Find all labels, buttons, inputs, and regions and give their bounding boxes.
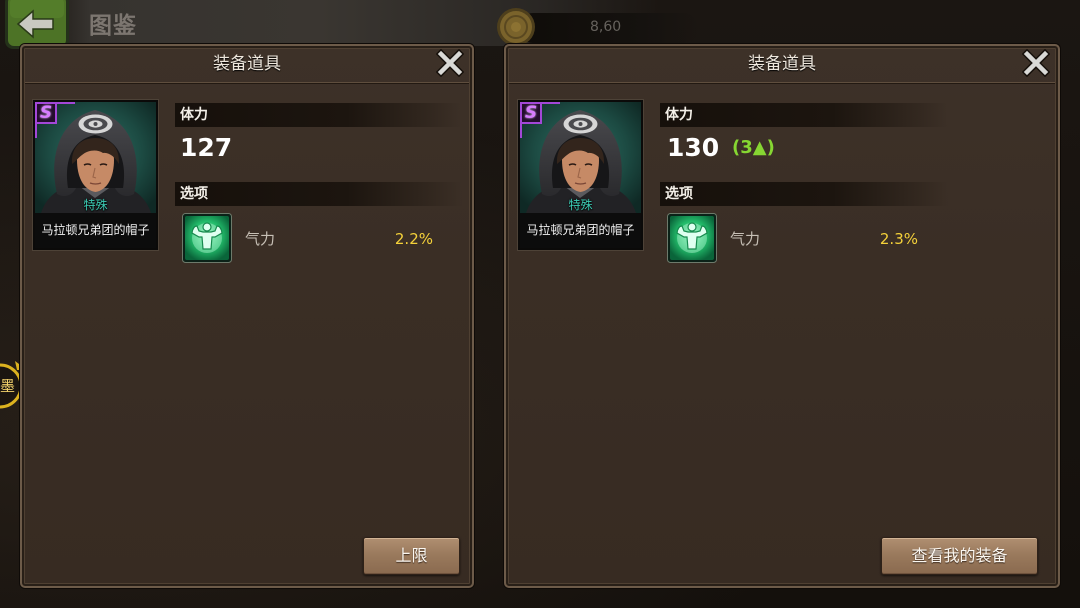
stat-value: 127	[180, 133, 233, 162]
close-button[interactable]	[435, 48, 465, 78]
options-label: 选项	[660, 182, 948, 206]
item-card: 特殊 马拉顿兄弟团的帽子 S	[518, 100, 643, 250]
stat-label: 体力	[660, 103, 948, 127]
option-value: 2.3%	[879, 230, 918, 248]
item-name: 马拉顿兄弟团的帽子	[35, 213, 156, 248]
limit-button[interactable]: 上限	[363, 537, 460, 575]
back-button[interactable]	[4, 0, 70, 50]
grade-badge: S	[520, 102, 542, 124]
strength-icon	[182, 213, 232, 263]
stat-label: 体力	[175, 103, 462, 127]
panel-title: 装备道具	[748, 54, 816, 74]
item-type-label: 特殊	[83, 198, 108, 212]
panel-title: 装备道具	[213, 54, 281, 74]
equipment-panel-current: 装备道具 特殊 马拉顿兄弟团的帽子 S 体力 127 选项 气力 2.2% 上限	[20, 44, 474, 588]
close-button[interactable]	[1021, 48, 1051, 78]
view-my-equipment-button[interactable]: 查看我的装备	[881, 537, 1038, 575]
page-title: 图鉴	[89, 13, 137, 39]
option-name: 气力	[730, 230, 761, 248]
currency-value: 8,60	[590, 19, 622, 35]
item-type-label: 特殊	[568, 198, 593, 212]
strength-icon	[667, 213, 717, 263]
side-badge-label: 墨	[0, 377, 16, 395]
equipment-panel-compare: 装备道具 特殊 马拉顿兄弟团的帽子 S 体力 130 (3▲) 选项 气力 2.…	[504, 44, 1060, 588]
option-value: 2.2%	[394, 230, 433, 248]
close-icon	[435, 48, 465, 78]
option-name: 气力	[245, 230, 276, 248]
header-divider	[25, 82, 469, 83]
stat-value: 130	[667, 133, 720, 162]
coin-icon	[497, 8, 535, 46]
header-divider	[509, 82, 1055, 83]
close-icon	[1021, 48, 1051, 78]
back-arrow-icon	[5, 0, 69, 49]
options-label: 选项	[175, 182, 462, 206]
item-name: 马拉顿兄弟团的帽子	[520, 213, 641, 248]
item-card: 特殊 马拉顿兄弟团的帽子 S	[33, 100, 158, 250]
grade-badge: S	[35, 102, 57, 124]
stat-change: (3▲)	[732, 137, 775, 158]
